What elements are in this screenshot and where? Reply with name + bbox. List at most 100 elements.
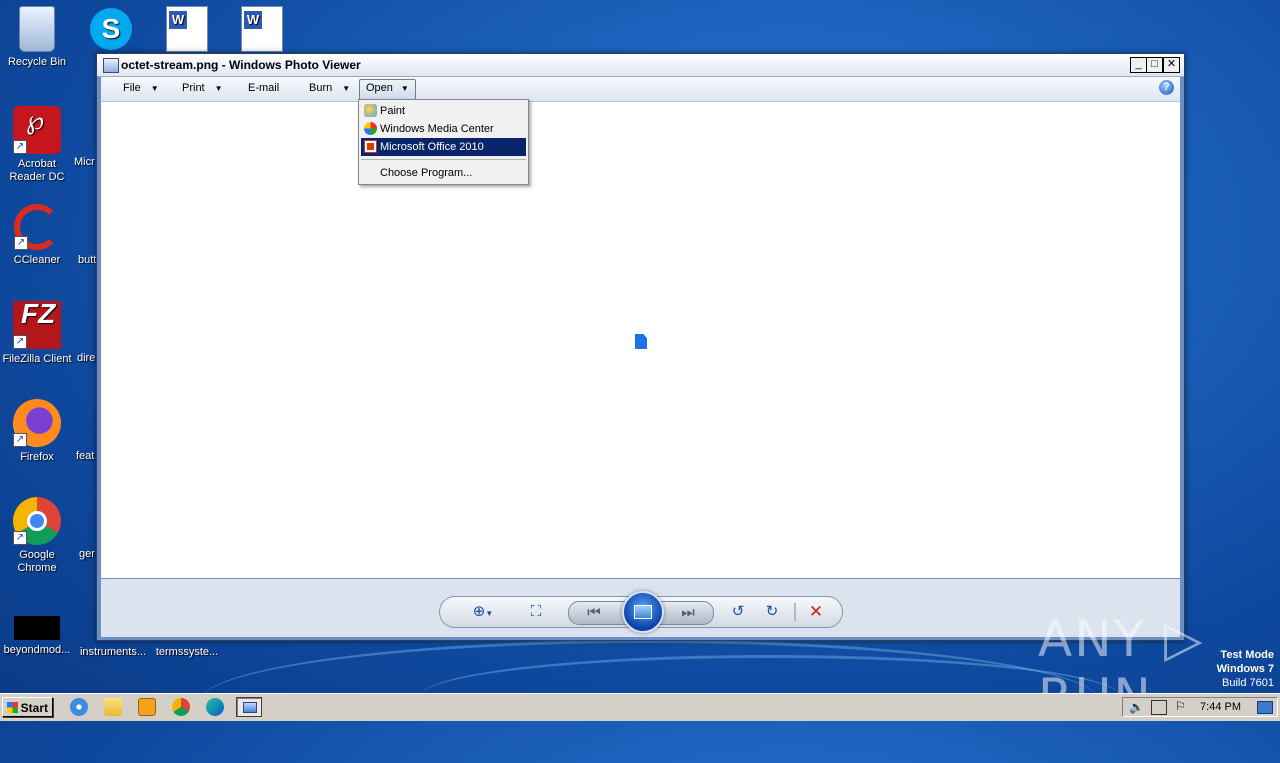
desktop-icon-partial[interactable]: butt	[78, 254, 98, 267]
menu-print[interactable]: Print ▼	[176, 79, 229, 98]
menu-burn-label: Burn	[309, 82, 333, 94]
media-center-label: Windows Media Center	[380, 123, 494, 135]
word-document-icon: W	[241, 6, 283, 52]
shortcut-arrow-icon: ↗	[13, 531, 27, 545]
clock[interactable]: 7:44 PM	[1200, 701, 1241, 713]
media-center-icon	[364, 122, 377, 135]
next-icon[interactable]: ⏭	[677, 603, 699, 623]
shortcut-arrow-icon: ↗	[13, 433, 27, 447]
office-label: Microsoft Office 2010	[380, 141, 484, 153]
maximize-button[interactable]: □	[1146, 57, 1163, 73]
media-player-icon[interactable]	[138, 698, 156, 716]
open-with-media-center[interactable]: Windows Media Center	[361, 120, 526, 138]
close-button[interactable]: ✕	[1163, 57, 1180, 73]
open-with-paint[interactable]: Paint	[361, 102, 526, 120]
edge-icon[interactable]	[206, 698, 224, 716]
open-with-office[interactable]: Microsoft Office 2010	[361, 138, 526, 156]
taskbar: Start 🔈 ⚐ 7:44 PM	[0, 693, 1280, 721]
windows-flag-icon	[7, 702, 18, 713]
start-label: Start	[20, 701, 48, 715]
firefox-icon: ↗	[13, 399, 61, 447]
show-desktop-icon[interactable]	[1257, 701, 1273, 714]
filezilla-icon: FZ ↗	[13, 300, 61, 349]
action-center-flag-icon[interactable]: ⚐	[1175, 699, 1186, 713]
menu-file[interactable]: File ▼	[117, 79, 165, 98]
desktop-icon-word-2[interactable]: W	[225, 6, 299, 56]
menu-print-label: Print	[182, 82, 205, 94]
chevron-down-icon: ▼	[150, 84, 159, 93]
minimize-button[interactable]: _	[1130, 57, 1147, 73]
ccleaner-icon: ↗	[14, 204, 60, 250]
zoom-icon[interactable]: ⊕▼	[468, 602, 498, 622]
desktop-icon-filezilla[interactable]: FZ ↗ FileZilla Client	[0, 300, 74, 366]
photo-viewer-taskbar-icon[interactable]	[236, 697, 262, 717]
desktop-icon-firefox[interactable]: ↗ Firefox	[0, 399, 74, 464]
recycle-bin-icon	[19, 6, 55, 52]
acrobat-icon: ℘ ↗	[13, 106, 61, 154]
internet-explorer-icon[interactable]	[70, 698, 88, 716]
rotate-counterclockwise-icon[interactable]: ↺	[728, 602, 748, 622]
window-title: octet-stream.png - Windows Photo Viewer	[121, 58, 361, 72]
test-mode-notice: Test Mode Windows 7 Build 7601	[1217, 648, 1274, 690]
paint-icon	[364, 104, 377, 117]
menu-open-label: Open	[366, 82, 393, 94]
file-icon	[635, 334, 647, 349]
help-button[interactable]: ?	[1159, 80, 1174, 95]
choose-program-label: Choose Program...	[380, 167, 473, 179]
os-label: Windows 7	[1216, 663, 1274, 675]
desktop-icon-partial[interactable]: feat	[76, 450, 98, 463]
menu-separator	[361, 159, 526, 160]
desktop-icon-partial[interactable]: Micr	[74, 156, 98, 169]
desktop-icon-termssystem[interactable]: termssyste...	[150, 646, 224, 659]
title-bar[interactable]: octet-stream.png - Windows Photo Viewer …	[97, 54, 1184, 77]
skype-icon: S	[90, 8, 132, 50]
open-dropdown-menu: Paint Windows Media Center Microsoft Off…	[358, 99, 529, 185]
desktop-icon-skype[interactable]: S	[74, 8, 148, 54]
chrome-icon: ↗	[13, 497, 61, 545]
volume-icon[interactable]: 🔈	[1129, 700, 1144, 714]
desktop-icon-partial[interactable]: dire	[77, 352, 98, 365]
test-mode-label: Test Mode	[1220, 649, 1274, 661]
desktop-icon-instruments[interactable]: instruments...	[74, 646, 152, 659]
build-label: Build 7601	[1222, 677, 1274, 689]
desktop-icon-ccleaner[interactable]: ↗ CCleaner	[0, 204, 74, 267]
black-file-icon	[14, 616, 60, 640]
office-icon	[364, 140, 377, 153]
menu-bar: File ▼ Print ▼ E-mail Burn ▼ Open ▼ ?	[101, 77, 1180, 102]
chrome-icon[interactable]	[172, 698, 190, 716]
slideshow-icon	[634, 605, 652, 619]
start-button[interactable]: Start	[2, 697, 53, 717]
network-icon[interactable]	[1151, 700, 1167, 715]
playback-controls: ⊕▼ ⛶ ⏮ ⏭ ↺ ↻ ✕	[439, 591, 843, 633]
menu-email-label: E-mail	[248, 82, 280, 94]
slideshow-button[interactable]	[622, 591, 664, 633]
photo-viewer-window: octet-stream.png - Windows Photo Viewer …	[96, 53, 1185, 641]
shortcut-arrow-icon: ↗	[13, 335, 27, 349]
actual-size-icon[interactable]: ⛶	[526, 602, 546, 622]
desktop-icon-acrobat[interactable]: ℘ ↗ Acrobat Reader DC	[0, 106, 74, 184]
system-tray: 🔈 ⚐ 7:44 PM	[1122, 697, 1278, 717]
paint-label: Paint	[380, 105, 406, 117]
delete-icon[interactable]: ✕	[806, 602, 826, 622]
control-bar: ⊕▼ ⛶ ⏮ ⏭ ↺ ↻ ✕	[101, 579, 1180, 637]
menu-open[interactable]: Open ▼	[359, 79, 416, 100]
rotate-clockwise-icon[interactable]: ↻	[762, 602, 782, 622]
menu-file-label: File	[123, 82, 141, 94]
desktop-icon-word-1[interactable]: W	[150, 6, 224, 56]
chevron-down-icon: ▼	[400, 84, 409, 93]
desktop-icon-beyondmod[interactable]: beyondmod...	[0, 616, 74, 657]
menu-email[interactable]: E-mail	[242, 79, 285, 98]
photo-viewer-app-icon	[103, 58, 119, 73]
shortcut-arrow-icon: ↗	[13, 140, 27, 154]
chevron-down-icon: ▼	[342, 84, 351, 93]
file-explorer-icon[interactable]	[104, 698, 122, 716]
desktop-icon-chrome[interactable]: ↗ Google Chrome	[0, 497, 74, 575]
word-document-icon: W	[166, 6, 208, 52]
chevron-down-icon: ▼	[214, 84, 223, 93]
image-canvas	[101, 102, 1180, 578]
menu-burn[interactable]: Burn ▼	[303, 79, 356, 98]
shortcut-arrow-icon: ↗	[14, 236, 28, 250]
choose-program[interactable]: Choose Program...	[361, 164, 526, 182]
desktop-icon-recycle-bin[interactable]: Recycle Bin	[0, 6, 74, 69]
previous-icon[interactable]: ⏮	[583, 603, 605, 623]
